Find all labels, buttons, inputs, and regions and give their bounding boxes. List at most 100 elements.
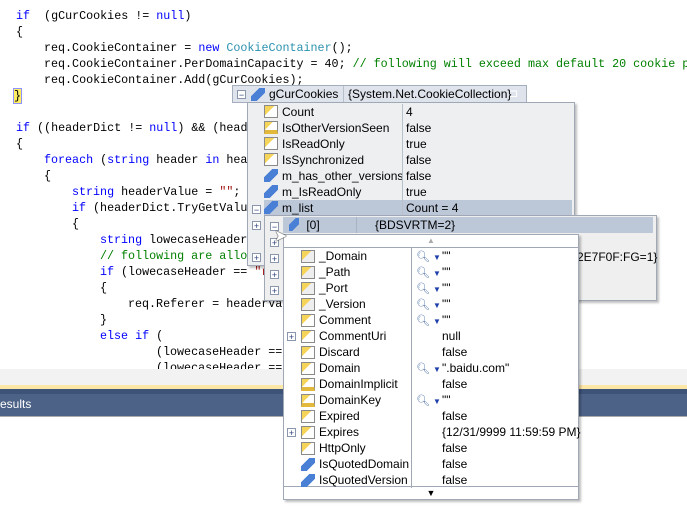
list-item-0[interactable]: [0] {BDSVRTM=2}	[283, 217, 653, 233]
magnifier-icon[interactable]: 🔍︎	[416, 267, 430, 279]
private-property-icon	[301, 266, 315, 279]
magnifier-icon[interactable]: 🔍︎	[416, 363, 430, 375]
member-name: IsQuotedDomain	[319, 457, 410, 471]
code-line: }	[100, 312, 107, 328]
expand-icon[interactable]: +	[270, 254, 279, 264]
visualizer-dropdown-icon[interactable]: ▼	[433, 253, 441, 262]
code-token: req.CookieContainer =	[44, 41, 199, 55]
code-token: null	[149, 121, 178, 135]
code-token: ""	[219, 185, 234, 199]
member-value: {12/31/9999 11:59:59 PM}	[442, 425, 581, 439]
cookie-member-row[interactable]: Domain 🔍︎ ▼ ".baidu.com"	[284, 360, 578, 376]
code-line: req.CookieContainer = new CookieContaine…	[44, 40, 353, 56]
datatip-header[interactable]: − gCurCookies {System.Net.CookieCollecti…	[232, 85, 527, 103]
code-token: null	[156, 9, 185, 23]
cookie-member-row[interactable]: Expired false	[284, 408, 578, 424]
member-name: Comment	[319, 313, 372, 327]
member-value: false	[406, 169, 432, 183]
cookie-member-row[interactable]: + Expires {12/31/9999 11:59:59 PM}	[284, 424, 581, 440]
visualizer-dropdown-icon[interactable]: ▼	[433, 365, 441, 374]
datatip-member-row[interactable]: IsSynchronized false	[264, 152, 572, 168]
expand-icon[interactable]: +	[287, 332, 296, 342]
property-icon	[301, 426, 315, 439]
code-token: headerValue =	[114, 185, 220, 199]
cookie-member-row[interactable]: IsQuotedDomain false	[284, 456, 578, 472]
cookie-member-row[interactable]: HttpOnly false	[284, 440, 578, 456]
member-name: DomainKey	[319, 393, 382, 407]
cookie-member-row[interactable]: _Version 🔍︎ ▼ ""	[284, 296, 578, 312]
expand-icon[interactable]: +	[270, 270, 279, 280]
cookie-member-row[interactable]: DomainImplicit false	[284, 376, 578, 392]
code-token: // following are allowed	[100, 249, 269, 263]
cookie-member-row[interactable]: _Port 🔍︎ ▼ ""	[284, 280, 578, 296]
code-line: req.CookieContainer.PerDomainCapacity = …	[44, 56, 687, 72]
private-property-icon	[301, 250, 315, 263]
datatip-member-row[interactable]: Count 4	[264, 104, 572, 120]
field-icon	[289, 218, 299, 231]
internal-property-icon	[301, 394, 315, 407]
expand-icon[interactable]: +	[252, 221, 261, 231]
code-token: {	[100, 281, 108, 295]
visualizer-dropdown-icon[interactable]: ▼	[433, 317, 441, 326]
pin-icon[interactable]: ⊐	[509, 87, 518, 100]
member-name: m_has_other_versions	[282, 169, 404, 183]
property-icon	[301, 314, 315, 327]
property-icon	[301, 362, 315, 375]
code-token: {	[16, 25, 24, 39]
datatip-member-row[interactable]: m_IsReadOnly true	[264, 184, 572, 200]
code-token: foreach	[44, 153, 94, 167]
member-value: false	[442, 473, 468, 487]
member-value: false	[442, 457, 468, 471]
cookie-member-row[interactable]: + CommentUri null	[284, 328, 578, 344]
cookie-member-row[interactable]: IsQuotedVersion false	[284, 472, 578, 488]
visualizer-dropdown-icon[interactable]: ▼	[433, 397, 441, 406]
magnifier-icon[interactable]: 🔍︎	[416, 395, 430, 407]
code-token: (	[149, 329, 164, 343]
expand-icon[interactable]: −	[252, 205, 261, 215]
member-name: _Path	[319, 265, 351, 279]
cookie-member-row[interactable]: Comment 🔍︎ ▼ ""	[284, 312, 578, 328]
expand-icon[interactable]: +	[252, 253, 261, 263]
collapse-icon[interactable]: −	[237, 90, 246, 100]
magnifier-icon[interactable]: 🔍︎	[416, 251, 430, 263]
magnifier-icon[interactable]: 🔍︎	[416, 299, 430, 311]
cookie-member-row[interactable]: DomainKey 🔍︎ ▼ ""	[284, 392, 578, 408]
magnifier-icon[interactable]: 🔍︎	[416, 283, 430, 295]
field-icon	[251, 88, 265, 101]
member-value: null	[442, 329, 461, 343]
internal-property-icon	[264, 121, 278, 134]
member-name: DomainImplicit	[319, 377, 398, 391]
datatip-variable-name: gCurCookies	[269, 87, 339, 101]
item-value: {BDSVRTM=2}	[375, 218, 456, 232]
member-value: ""	[442, 297, 451, 311]
code-token: (	[93, 153, 108, 167]
visualizer-dropdown-icon[interactable]: ▼	[433, 269, 441, 278]
code-token: if	[135, 329, 150, 343]
datatip-member-row[interactable]: m_list Count = 4	[264, 200, 572, 216]
visualizer-dropdown-icon[interactable]: ▼	[433, 285, 441, 294]
datatip-member-row[interactable]: m_has_other_versions false	[264, 168, 572, 184]
member-name: m_list	[282, 201, 314, 215]
visualizer-dropdown-icon[interactable]: ▼	[433, 301, 441, 310]
code-line: if (gCurCookies != null)	[16, 8, 191, 24]
property-icon	[301, 410, 315, 423]
cookie-member-row[interactable]: _Domain 🔍︎ ▼ ""	[284, 248, 578, 264]
cookie-member-row[interactable]: _Path 🔍︎ ▼ ""	[284, 264, 578, 280]
cookie-member-row[interactable]: Discard false	[284, 344, 578, 360]
property-icon	[301, 346, 315, 359]
code-line: (lowecaseHeader ==	[156, 360, 282, 369]
scroll-up-button[interactable]: ▲	[284, 235, 578, 248]
datatip-member-row[interactable]: IsOtherVersionSeen false	[264, 120, 572, 136]
code-token: new	[198, 41, 220, 55]
expand-icon[interactable]: +	[287, 428, 296, 438]
datatip-member-row[interactable]: IsReadOnly true	[264, 136, 572, 152]
member-value: ""	[442, 313, 451, 327]
expand-icon[interactable]: +	[270, 286, 279, 296]
member-value: false	[406, 121, 432, 135]
member-name: CommentUri	[319, 329, 387, 343]
datatip-variable-value: {System.Net.CookieCollection}	[348, 87, 512, 101]
internal-field-icon	[301, 458, 315, 471]
property-icon	[264, 153, 278, 166]
magnifier-icon[interactable]: 🔍︎	[416, 315, 430, 327]
internal-field-icon	[301, 474, 315, 487]
